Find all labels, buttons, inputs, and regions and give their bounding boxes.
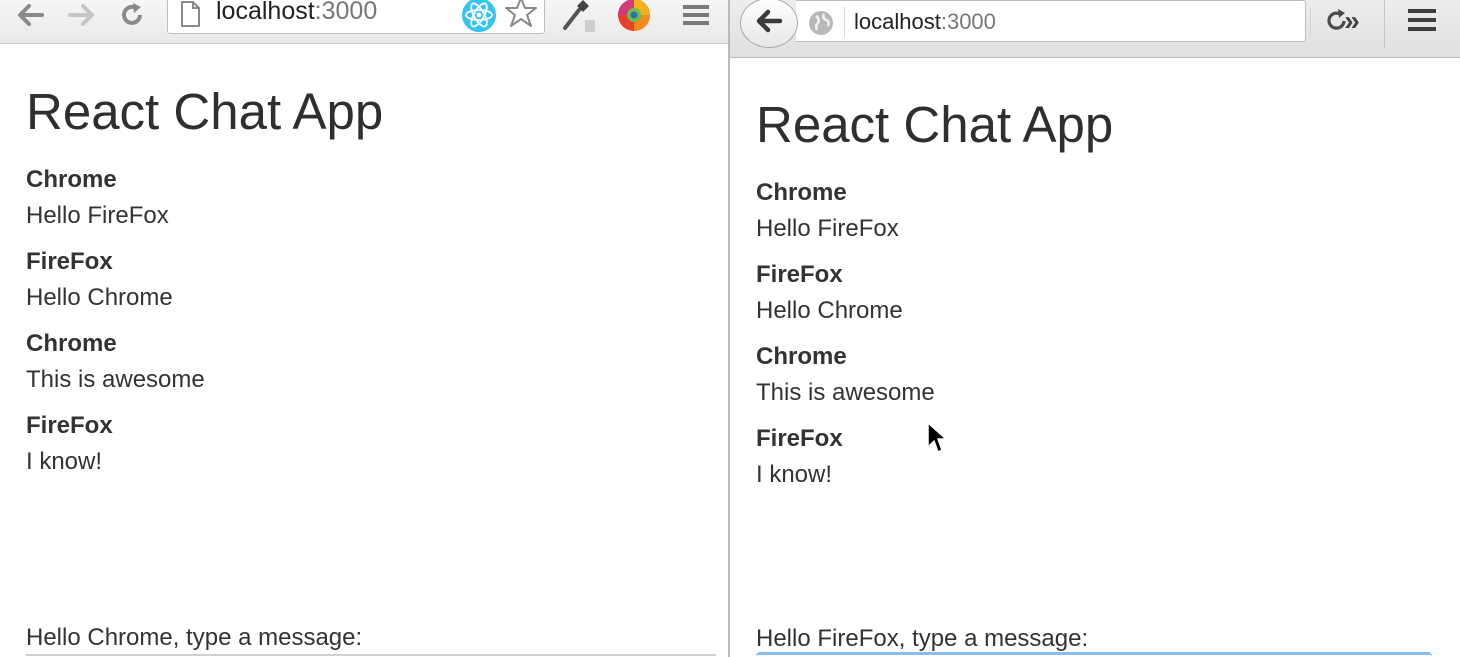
page-icon [180,1,200,32]
message-author: FireFox [26,248,113,275]
message-text: Hello FireFox [26,202,169,229]
message-author: Chrome [756,343,847,370]
back-button[interactable] [12,0,48,30]
reload-icon [118,1,146,29]
forward-arrow-icon [67,3,97,27]
firefox-toolbar: localhost:3000 » [730,0,1460,58]
chrome-toolbar: localhost:3000 [0,0,728,44]
url-text: localhost:3000 [216,0,378,25]
message-item: Chrome Hello FireFox [756,179,1113,261]
message-author: Chrome [26,166,117,193]
chrome-window: localhost:3000 React Chat App Chrome Hel… [0,0,728,657]
message-text: This is awesome [756,379,935,406]
message-text: Hello Chrome [756,297,903,324]
message-text: I know! [756,461,833,488]
message-author: Chrome [756,179,847,206]
page-title: React Chat App [26,83,384,140]
message-item: FireFox Hello Chrome [756,261,1113,343]
message-item: FireFox I know! [26,412,383,494]
overflow-chevron-icon[interactable]: » [1334,6,1370,36]
message-item: FireFox Hello Chrome [26,248,383,330]
message-input-label: Hello FireFox, type a message: [756,625,1089,652]
forward-button[interactable] [64,0,100,30]
page-title: React Chat App [756,96,1114,153]
message-item: Chrome Hello FireFox [26,166,383,248]
message-input[interactable] [756,652,1432,657]
eyedropper-icon [561,0,595,32]
message-input-label: Hello Chrome, type a message: [26,624,363,651]
message-text: Hello Chrome [26,284,173,311]
globe-icon [808,10,834,41]
message-item: Chrome This is awesome [26,330,383,412]
address-bar[interactable]: localhost:3000 [167,0,545,34]
firefox-window: localhost:3000 » React Chat App Chrome H… [728,0,1460,657]
message-item: Chrome This is awesome [756,343,1113,425]
address-bar[interactable]: localhost:3000 [796,0,1346,42]
chrome-menu-button[interactable] [678,0,714,30]
back-button[interactable] [740,0,798,48]
message-author: Chrome [26,330,117,357]
eyedropper-extension-button[interactable] [560,0,596,32]
color-wheel-icon [617,0,651,32]
hamburger-menu-icon [681,3,711,27]
back-arrow-icon [754,8,784,39]
react-devtools-icon[interactable] [461,0,497,37]
message-author: FireFox [756,261,843,288]
message-author: FireFox [26,412,113,439]
color-extension-button[interactable] [616,0,652,32]
chat-page: React Chat App Chrome Hello FireFox Fire… [26,86,383,494]
star-icon[interactable] [504,0,538,33]
hamburger-menu-icon [1406,9,1438,38]
reload-button[interactable] [114,0,150,30]
firefox-menu-button[interactable] [1406,6,1438,39]
message-text: I know! [26,448,103,475]
message-text: Hello FireFox [756,215,899,242]
url-text: localhost:3000 [854,9,996,34]
message-text: This is awesome [26,366,205,393]
back-arrow-icon [15,3,45,27]
mouse-cursor-icon [926,421,948,460]
